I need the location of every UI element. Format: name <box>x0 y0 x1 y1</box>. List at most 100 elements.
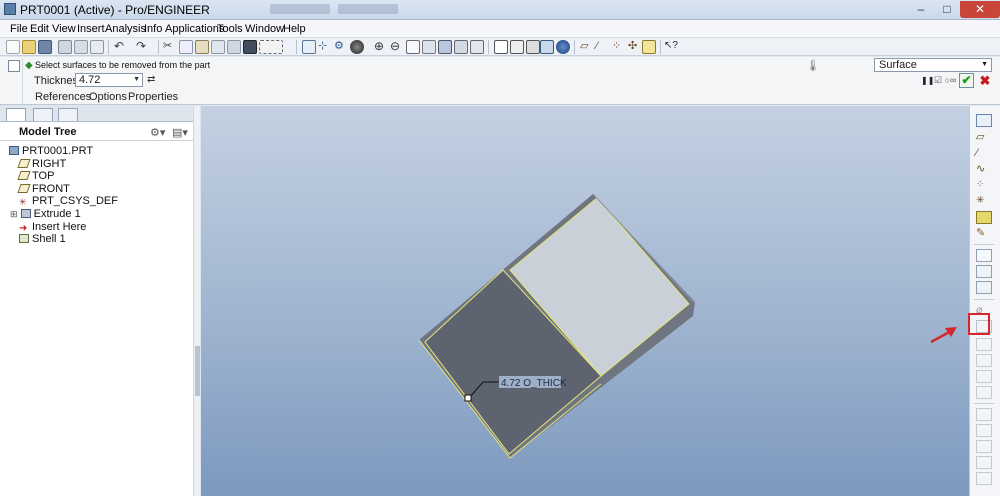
selection-box-icon[interactable] <box>259 40 283 54</box>
tree-node[interactable]: ⊞ Extrude 1 <box>10 208 81 220</box>
chevron-down-icon[interactable]: ▼ <box>981 59 988 71</box>
menu-insert[interactable]: Insert <box>77 23 105 35</box>
orient-mode-icon[interactable]: ⚙ <box>334 40 348 54</box>
draft-tool-icon[interactable] <box>976 354 992 367</box>
hidden-line-icon[interactable] <box>510 40 524 54</box>
tab-options[interactable]: Options <box>89 91 127 103</box>
extend-tool-icon[interactable] <box>976 472 992 485</box>
datum-point-tool-icon[interactable]: ⁘ <box>976 179 992 192</box>
chevron-down-icon[interactable]: ▼ <box>133 74 140 86</box>
wireframe-icon[interactable] <box>494 40 508 54</box>
rib-tool-icon[interactable] <box>976 338 992 351</box>
no-hidden-icon[interactable] <box>526 40 540 54</box>
datum-plane-tool-icon[interactable]: ▱ <box>976 131 992 144</box>
tree-node[interactable]: Shell 1 <box>19 233 66 245</box>
mirror-tool-icon[interactable] <box>976 424 992 437</box>
rebuild-tool-icon[interactable]: ✎ <box>976 227 992 240</box>
shading-icon[interactable] <box>540 40 554 54</box>
annotation-display-icon[interactable] <box>642 40 656 54</box>
csys-tool-icon[interactable]: ✳ <box>976 195 992 208</box>
layers-icon[interactable] <box>454 40 468 54</box>
pause-button[interactable]: ❚❚ <box>921 76 934 85</box>
extrude-tool-icon[interactable] <box>976 249 992 262</box>
preview-toggle[interactable]: ☑ ○∞ <box>934 75 956 86</box>
expand-icon[interactable]: ⊞ <box>10 209 18 219</box>
tab-favorites[interactable] <box>58 108 78 121</box>
tree-node[interactable]: PRT0001.PRT <box>9 145 93 157</box>
tree-scrollbar[interactable] <box>193 106 200 496</box>
menu-applications[interactable]: Applications <box>165 23 224 35</box>
tab-model-tree[interactable] <box>6 108 26 121</box>
datum-axes-icon[interactable]: ⁄ <box>596 40 610 54</box>
dashboard-pane-icon[interactable] <box>8 60 20 72</box>
menu-edit[interactable]: Edit <box>30 23 49 35</box>
thickness-dimension-label[interactable]: 4.72 O_THICK <box>501 378 567 389</box>
context-help-icon[interactable]: ↖? <box>664 40 678 54</box>
panel-splitter-handle[interactable] <box>195 346 200 396</box>
csys-display-icon[interactable]: ✣ <box>628 40 642 54</box>
tree-node[interactable]: ✳ PRT_CSYS_DEF <box>19 195 118 207</box>
cut-icon[interactable]: ✂ <box>163 40 177 54</box>
paste-special-icon[interactable] <box>211 40 225 54</box>
datum-axis-tool-icon[interactable]: ⁄ <box>976 147 992 160</box>
redo-icon[interactable]: ↷ <box>136 40 150 54</box>
trim-tool-icon[interactable] <box>976 456 992 469</box>
zoom-out-icon[interactable]: ⊖ <box>390 40 404 54</box>
menu-info[interactable]: Info <box>144 23 162 35</box>
tree-node[interactable]: FRONT <box>17 183 70 195</box>
sketch-tool-icon[interactable] <box>976 114 992 127</box>
round-tool-icon[interactable] <box>976 370 992 383</box>
menu-help[interactable]: Help <box>283 23 306 35</box>
revolve-tool-icon[interactable] <box>976 265 992 278</box>
zoom-in-icon[interactable]: ⊕ <box>374 40 388 54</box>
pattern-tool-icon[interactable] <box>976 408 992 421</box>
cancel-button[interactable]: ✖ <box>978 73 992 88</box>
close-button[interactable]: ✕ <box>960 1 1000 18</box>
regenerate-icon[interactable] <box>227 40 241 54</box>
spin-center-icon[interactable]: ⊹ <box>318 40 332 54</box>
model-view[interactable]: 4.72 O_THICK <box>201 106 969 496</box>
settings-icon[interactable]: ⚙▾ <box>150 126 165 139</box>
menu-analysis[interactable]: Analysis <box>105 23 146 35</box>
mail-attach-icon[interactable] <box>90 40 104 54</box>
enhanced-realism-icon[interactable] <box>556 40 570 54</box>
save-icon[interactable] <box>38 40 52 54</box>
chamfer-tool-icon[interactable] <box>976 386 992 399</box>
find-icon[interactable] <box>243 40 257 54</box>
graphics-viewport[interactable]: 4.72 O_THICK <box>201 106 969 496</box>
filter-select[interactable]: Surface ▼ <box>874 58 992 72</box>
new-file-icon[interactable] <box>6 40 20 54</box>
tab-properties[interactable]: Properties <box>128 91 178 103</box>
menu-view[interactable]: View <box>52 23 76 35</box>
menu-window[interactable]: Window <box>245 23 284 35</box>
undo-icon[interactable]: ↶ <box>114 40 128 54</box>
drag-handle[interactable] <box>464 394 472 402</box>
menu-tools[interactable]: Tools <box>217 23 243 35</box>
menu-file[interactable]: File <box>10 23 28 35</box>
datum-planes-icon[interactable]: ▱ <box>580 40 594 54</box>
tree-node[interactable]: ➜ Insert Here <box>19 221 86 234</box>
tree-node[interactable]: RIGHT <box>17 158 66 170</box>
merge-tool-icon[interactable] <box>976 440 992 453</box>
ok-button[interactable]: ✔ <box>959 73 974 88</box>
show-icon[interactable]: ▤▾ <box>172 126 188 139</box>
datum-curve-tool-icon[interactable]: ∿ <box>976 163 992 176</box>
repaint-icon[interactable] <box>302 40 316 54</box>
print-icon[interactable] <box>58 40 72 54</box>
minimize-button[interactable]: – <box>908 1 934 18</box>
analysis-tool-icon[interactable] <box>976 211 992 224</box>
tab-references[interactable]: References <box>35 91 91 103</box>
thickness-input[interactable]: 4.72 ▼ <box>75 73 143 87</box>
view-manager-icon[interactable] <box>470 40 484 54</box>
appearance-gallery-icon[interactable] <box>350 40 364 54</box>
send-mail-icon[interactable] <box>74 40 88 54</box>
reorient-icon[interactable] <box>422 40 436 54</box>
sweep-tool-icon[interactable] <box>976 281 992 294</box>
copy-icon[interactable] <box>179 40 193 54</box>
saved-views-icon[interactable] <box>438 40 452 54</box>
refit-icon[interactable] <box>406 40 420 54</box>
datum-points-icon[interactable]: ⁘ <box>612 40 626 54</box>
maximize-button[interactable]: □ <box>934 1 960 18</box>
paste-icon[interactable] <box>195 40 209 54</box>
open-folder-icon[interactable] <box>22 40 36 54</box>
